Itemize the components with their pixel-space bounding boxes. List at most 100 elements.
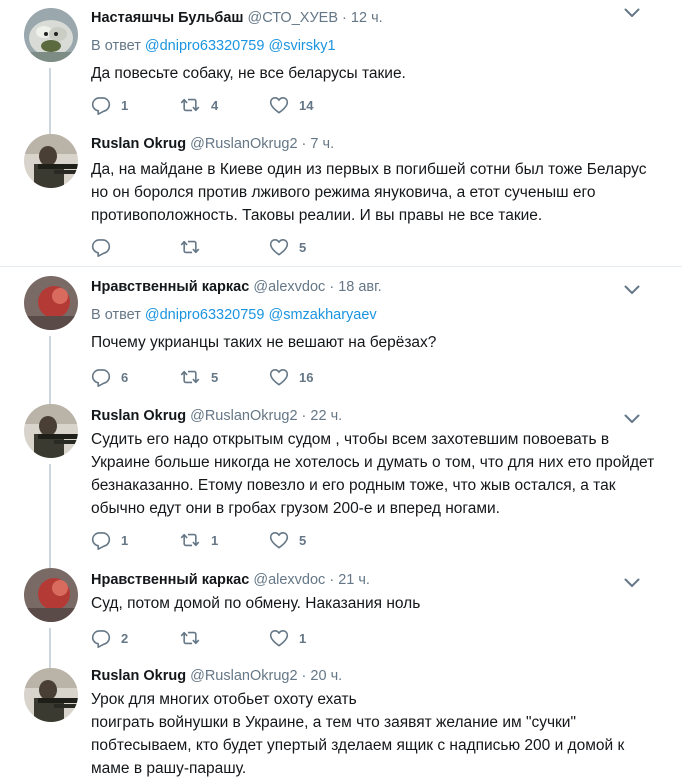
user-handle[interactable]: @RuslanOkrug2	[190, 668, 297, 684]
heart-icon	[269, 95, 289, 115]
reply-count: 1	[121, 97, 129, 113]
thread-line	[49, 628, 51, 660]
like-button[interactable]: 14	[269, 94, 313, 116]
retweet-button[interactable]: 4	[179, 94, 218, 116]
timestamp[interactable]: 21 ч.	[338, 572, 370, 588]
timestamp[interactable]: 12 ч.	[351, 10, 383, 26]
chevron-down-icon[interactable]	[624, 8, 640, 18]
avatar[interactable]	[24, 404, 78, 458]
tweet[interactable]: Ruslan Okrug @RuslanOkrug2 · 22 ч. Судит…	[0, 396, 682, 560]
reply-prefix: В ответ	[91, 307, 141, 323]
mention-link[interactable]: @smzakharyaev	[268, 307, 376, 323]
chevron-down-icon[interactable]	[624, 285, 640, 295]
separator-dot: ·	[342, 10, 347, 26]
timestamp[interactable]: 20 ч.	[310, 668, 342, 684]
thread-line	[49, 660, 51, 668]
timestamp[interactable]: 7 ч.	[310, 136, 334, 152]
retweet-count: 5	[211, 369, 219, 385]
reply-count: 1	[121, 532, 129, 548]
tweet-text: Почему укрианцы таких не вешают на берёз…	[91, 334, 437, 351]
mention-link[interactable]: @svirsky1	[268, 38, 335, 54]
avatar[interactable]	[24, 568, 78, 622]
user-handle[interactable]: @СТО_ХУЕВ	[248, 10, 338, 26]
tweet[interactable]: Ruslan Okrug @RuslanOkrug2 · 20 ч. Урок …	[0, 660, 682, 778]
separator-dot: ·	[301, 136, 307, 152]
display-name[interactable]: Нравственный каркас	[91, 572, 249, 588]
reply-button[interactable]	[91, 236, 111, 258]
user-handle[interactable]: @RuslanOkrug2	[190, 136, 297, 152]
user-handle[interactable]: @alexvdoc	[253, 279, 325, 295]
tweet-text: Да повесьте собаку, не все беларусы таки…	[91, 65, 406, 82]
reply-icon	[91, 628, 111, 648]
tweet-text-line: поиграть войнушки в Украине, а тем что з…	[91, 714, 576, 731]
reply-icon	[91, 237, 111, 257]
separator-dot: ·	[301, 408, 307, 424]
reply-context: В ответ @dnipro63320759 @svirsky1	[91, 36, 662, 56]
reply-count: 2	[121, 630, 129, 646]
retweet-button[interactable]: 5	[179, 366, 218, 388]
reply-button[interactable]: 2	[91, 627, 128, 649]
retweet-count: 4	[211, 97, 219, 113]
reply-button[interactable]: 1	[91, 94, 128, 116]
thread-line	[49, 560, 51, 568]
display-name[interactable]: Нравственный каркас	[91, 279, 249, 295]
retweet-icon	[179, 95, 201, 115]
tweet-text: Суд, потом домой по обмену. Наказания но…	[91, 595, 421, 612]
mention-link[interactable]: @dnipro63320759	[145, 38, 265, 54]
display-name[interactable]: Настаяшчы Бульбаш	[91, 10, 243, 26]
separator-dot: ·	[301, 668, 307, 684]
reply-button[interactable]: 1	[91, 529, 128, 551]
retweet-icon	[179, 530, 201, 550]
tweet-text: Судить его надо открытым судом , чтобы в…	[91, 431, 655, 517]
heart-icon	[269, 237, 289, 257]
thread-line	[49, 336, 51, 396]
like-button[interactable]: 1	[269, 627, 306, 649]
heart-icon	[269, 367, 289, 387]
like-count: 5	[299, 239, 307, 255]
separator-dot: ·	[329, 572, 335, 588]
thread-line	[49, 68, 51, 126]
tweet[interactable]: Ruslan Okrug @RuslanOkrug2 · 7 ч. Да, на…	[0, 126, 682, 266]
timestamp[interactable]: 18 авг.	[338, 279, 381, 295]
retweet-icon	[179, 237, 201, 257]
reply-button[interactable]: 6	[91, 366, 128, 388]
like-count: 1	[299, 630, 307, 646]
mention-link[interactable]: @dnipro63320759	[145, 307, 265, 323]
display-name[interactable]: Ruslan Okrug	[91, 408, 186, 424]
chevron-down-icon[interactable]	[624, 578, 640, 588]
thread-line	[49, 396, 51, 404]
like-count: 16	[299, 369, 314, 385]
chevron-down-icon[interactable]	[624, 414, 640, 424]
user-handle[interactable]: @RuslanOkrug2	[190, 408, 297, 424]
display-name[interactable]: Ruslan Okrug	[91, 136, 186, 152]
display-name[interactable]: Ruslan Okrug	[91, 668, 186, 684]
like-button[interactable]: 5	[269, 236, 306, 258]
tweet[interactable]: Нравственный каркас @alexvdoc · 18 авг. …	[0, 267, 682, 396]
retweet-button[interactable]	[179, 236, 201, 258]
avatar[interactable]	[24, 8, 78, 62]
retweet-count: 1	[211, 532, 219, 548]
reply-icon	[91, 530, 111, 550]
heart-icon	[269, 530, 289, 550]
like-button[interactable]: 5	[269, 529, 306, 551]
tweet[interactable]: Настаяшчы Бульбаш @СТО_ХУЕВ · 12 ч. В от…	[0, 0, 682, 126]
like-count: 14	[299, 97, 314, 113]
tweet[interactable]: Нравственный каркас @alexvdoc · 21 ч. Су…	[0, 560, 682, 660]
retweet-button[interactable]	[179, 627, 201, 649]
retweet-button[interactable]: 1	[179, 529, 218, 551]
thread-line	[49, 126, 51, 134]
retweet-icon	[179, 367, 201, 387]
reply-icon	[91, 367, 111, 387]
reply-prefix: В ответ	[91, 38, 141, 54]
avatar[interactable]	[24, 276, 78, 330]
heart-icon	[269, 628, 289, 648]
timestamp[interactable]: 22 ч.	[310, 408, 342, 424]
user-handle[interactable]: @alexvdoc	[253, 572, 325, 588]
reply-context: В ответ @dnipro63320759 @smzakharyaev	[91, 305, 662, 325]
reply-count: 6	[121, 369, 129, 385]
tweet-text-line: Урок для многих отобьет охоту ехать	[91, 691, 357, 708]
like-button[interactable]: 16	[269, 366, 313, 388]
tweet-text-line: маме в рашу-парашу.	[91, 760, 247, 777]
avatar[interactable]	[24, 668, 78, 722]
avatar[interactable]	[24, 134, 78, 188]
